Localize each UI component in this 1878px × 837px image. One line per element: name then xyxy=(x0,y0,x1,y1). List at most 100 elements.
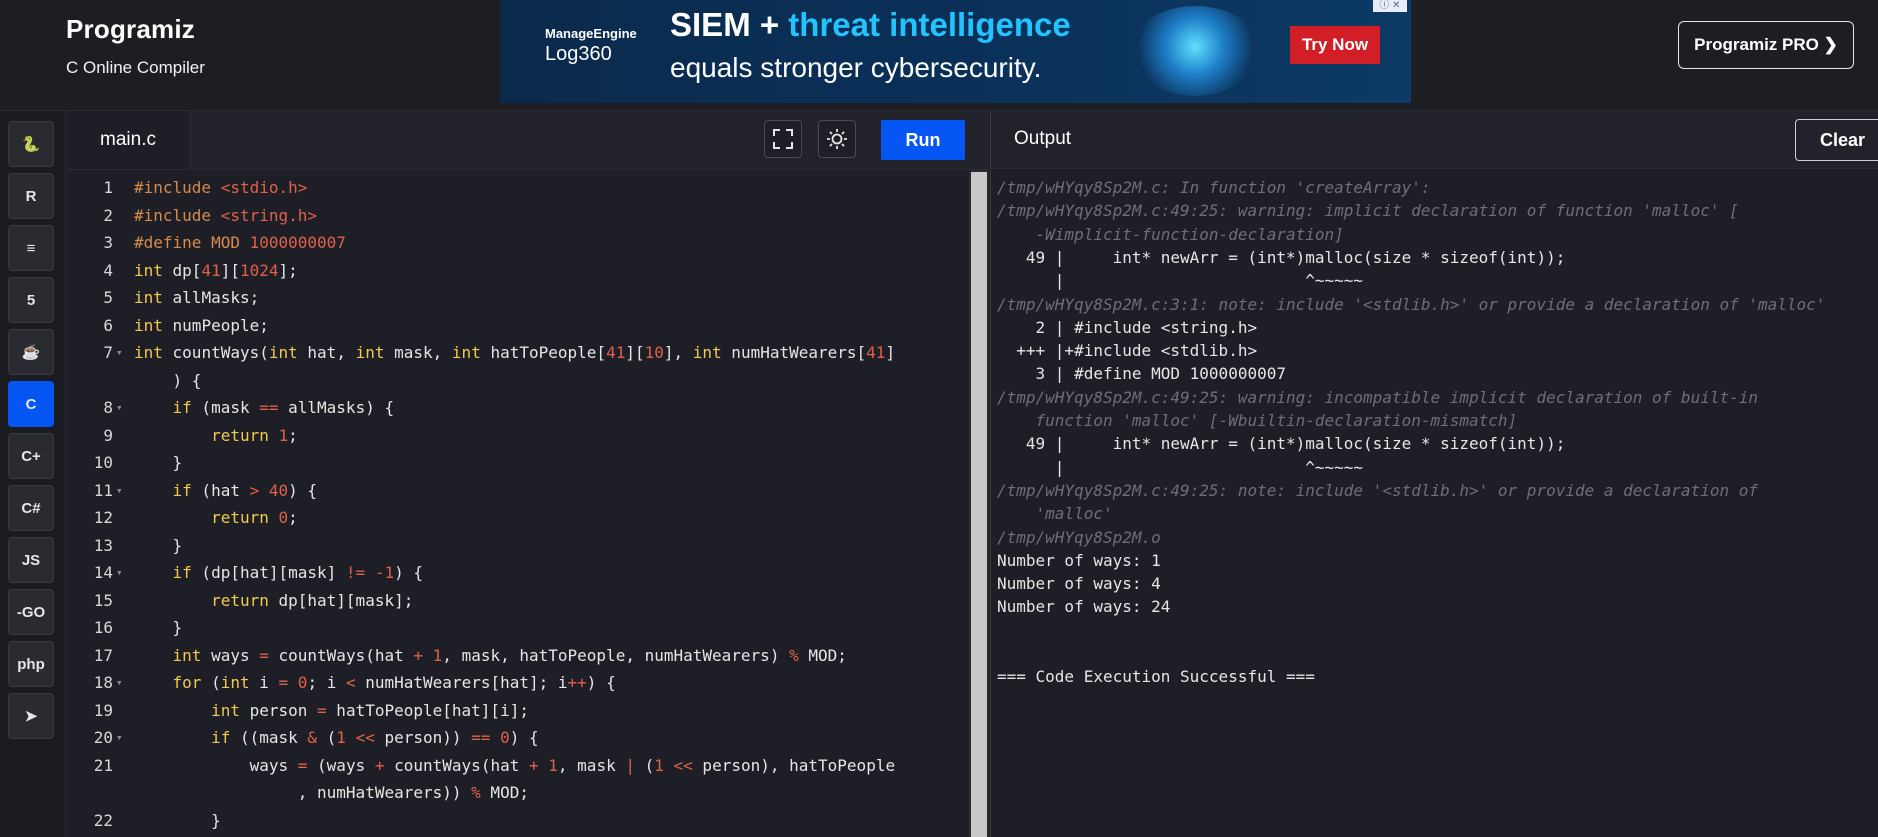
line-number: 15 xyxy=(93,590,113,610)
code-text: if (hat > 40) { xyxy=(172,480,318,500)
code-text: for (int i = 0; i < numHatWearers[hat]; … xyxy=(172,673,616,692)
code-line: 20 ▾ if ((mask & (1 << person)) == 0) { xyxy=(66,724,969,751)
code-text: , numHatWearers)) % MOD; xyxy=(134,783,529,802)
line-number: 19 xyxy=(93,700,113,720)
line-number: 12 xyxy=(93,508,113,527)
ad-brand-line2: Log360 xyxy=(545,43,612,65)
code-line: 3 #define MOD 1000000007 xyxy=(66,229,969,256)
ad-brand-line1: ManageEngine xyxy=(545,26,637,41)
ad-headline-part1: SIEM + xyxy=(670,6,789,43)
editor-toolbar: main.c Run xyxy=(66,111,989,170)
fold-toggle-icon[interactable]: ▾ xyxy=(116,559,123,586)
top-bar: Programiz C Online Compiler ManageEngine… xyxy=(0,0,1878,111)
language-javascript-icon[interactable]: JS xyxy=(8,537,54,583)
language-java-icon[interactable]: ☕ xyxy=(8,329,54,375)
line-number: 3 xyxy=(103,233,113,252)
language-cpp-icon[interactable]: C+ xyxy=(8,433,54,479)
line-number: 1 xyxy=(103,178,113,197)
code-text: return dp[hat][mask]; xyxy=(211,590,414,610)
language-python-icon[interactable]: 🐍 xyxy=(8,121,54,167)
line-number: 9 xyxy=(103,425,113,445)
ad-headline-line2: equals stronger cybersecurity. xyxy=(670,52,1042,83)
code-line: 7 ▾ int countWays(int hat, int mask, int h… xyxy=(66,339,969,366)
code-text: } xyxy=(134,535,183,555)
run-button[interactable]: Run xyxy=(881,120,965,160)
code-text: #include <stdio.h> xyxy=(134,178,308,197)
code-line: 2 #include <string.h> xyxy=(66,202,969,229)
code-text: if ((mask & (1 << person)) == 0) { xyxy=(211,728,539,747)
code-text: int dp[41][1024]; xyxy=(134,260,298,280)
ad-try-now-button[interactable]: Try Now xyxy=(1290,26,1380,64)
code-line: 12 return 0; xyxy=(66,504,969,531)
line-number: 6 xyxy=(103,315,113,335)
line-number: 20 xyxy=(93,728,113,747)
output-line: Number of ways: 24 xyxy=(997,597,1171,617)
code-text: ways = (ways + countWays(hat + 1, mask |… xyxy=(134,755,896,775)
code-line: 16 } xyxy=(66,614,969,641)
tab-main-c[interactable]: main.c xyxy=(66,111,191,169)
language-swift-icon[interactable]: ➤ xyxy=(8,693,54,739)
line-number: 13 xyxy=(93,535,113,555)
advertisement-banner[interactable]: ManageEngine Log360 SIEM + threat intell… xyxy=(500,0,1411,103)
language-sql-icon[interactable]: ≡ xyxy=(8,225,54,271)
output-console: /tmp/wHYqy8Sp2M.c: In function 'createAr… xyxy=(990,170,1878,837)
language-go-icon[interactable]: -GO xyxy=(8,589,54,635)
code-line: 14 ▾ if (dp[hat][mask] != -1) { xyxy=(66,559,969,586)
code-line: 15 return dp[hat][mask]; xyxy=(66,587,969,614)
code-line: 19 int person = hatToPeople[hat][i]; xyxy=(66,697,969,724)
line-number: 7 xyxy=(103,343,113,362)
code-line: 8 ▾ if (mask == allMasks) { xyxy=(66,394,969,421)
code-text: if (dp[hat][mask] != -1) { xyxy=(172,563,424,582)
line-number: 4 xyxy=(103,260,113,280)
code-text: int person = hatToPeople[hat][i]; xyxy=(211,700,529,720)
ad-close-icon[interactable]: ⓘ ✕ xyxy=(1373,0,1407,12)
programiz-logo[interactable]: Programiz xyxy=(66,14,195,45)
code-line: ) { xyxy=(66,367,969,394)
line-number: 2 xyxy=(103,205,113,225)
clear-button[interactable]: Clear xyxy=(1795,119,1878,161)
fold-toggle-icon[interactable]: ▾ xyxy=(116,394,123,421)
code-line: 21 ways = (ways + countWays(hat + 1, mas… xyxy=(66,752,969,779)
line-number: 5 xyxy=(103,288,113,307)
code-editor[interactable]: 1 #include <stdio.h> 2 #include <string.h> 3… xyxy=(66,170,969,837)
line-number: 16 xyxy=(93,618,113,637)
code-text: int allMasks; xyxy=(134,288,260,307)
fold-toggle-icon[interactable]: ▾ xyxy=(116,339,123,366)
fullscreen-icon[interactable] xyxy=(764,120,802,158)
line-number: 11 xyxy=(93,480,113,500)
programiz-pro-button[interactable]: Programiz PRO ❯ xyxy=(1678,21,1854,69)
language-php-icon[interactable]: php xyxy=(8,641,54,687)
fold-toggle-icon[interactable]: ▾ xyxy=(116,477,123,504)
page-subtitle: C Online Compiler xyxy=(66,58,205,77)
language-r-icon[interactable]: R xyxy=(8,173,54,219)
language-csharp-icon[interactable]: C# xyxy=(8,485,54,531)
code-line: 9 return 1; xyxy=(66,422,969,449)
language-html5-icon[interactable]: 5 xyxy=(8,277,54,323)
fold-toggle-icon[interactable]: ▾ xyxy=(116,669,123,696)
language-c-icon[interactable]: C xyxy=(8,381,54,427)
code-line: 5 int allMasks; xyxy=(66,284,969,311)
code-text: return 0; xyxy=(211,508,298,527)
code-line: 10 } xyxy=(66,449,969,476)
line-number: 10 xyxy=(93,453,113,472)
line-number: 17 xyxy=(93,645,113,665)
code-text: ) { xyxy=(134,370,202,390)
line-number: 21 xyxy=(93,755,113,775)
code-line: 18 ▾ for (int i = 0; i < numHatWearers[ha… xyxy=(66,669,969,696)
code-text: int countWays(int hat, int mask, int hat… xyxy=(134,343,896,362)
output-line: === Code Execution Successful === xyxy=(997,667,1315,687)
code-text: #include <string.h> xyxy=(134,205,318,225)
code-line: , numHatWearers)) % MOD; xyxy=(66,779,969,806)
code-line: 13 } xyxy=(66,532,969,559)
theme-toggle-icon[interactable] xyxy=(818,120,856,158)
editor-scrollbar-thumb[interactable] xyxy=(971,172,987,837)
ad-headline: SIEM + threat intelligence xyxy=(670,6,1071,44)
code-text: } xyxy=(134,810,221,830)
code-text: if (mask == allMasks) { xyxy=(172,398,395,417)
fold-toggle-icon[interactable]: ▾ xyxy=(116,724,123,751)
line-number: 14 xyxy=(93,563,113,582)
line-number: 22 xyxy=(93,810,113,830)
language-sidebar: 🐍 R ≡ 5 ☕ C C+ C# JS -GO php ➤ xyxy=(0,111,66,837)
output-title: Output xyxy=(1014,128,1072,149)
output-header: Output Clear xyxy=(990,111,1878,169)
